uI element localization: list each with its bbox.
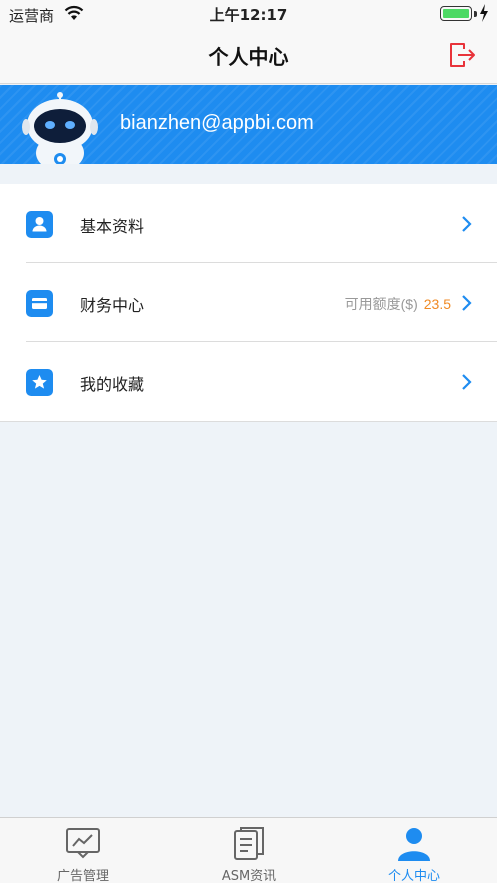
tab-label: ASM资讯 xyxy=(221,869,277,883)
chevron-right-icon xyxy=(462,374,472,390)
profile-email: bianzhen@appbi.com xyxy=(120,112,314,134)
logout-icon[interactable] xyxy=(447,40,477,70)
robot-avatar-icon xyxy=(22,92,98,164)
tab-personal-center[interactable]: 个人中心 xyxy=(331,818,497,883)
star-icon xyxy=(26,369,53,396)
card-icon xyxy=(26,290,53,317)
person-icon xyxy=(398,828,430,861)
menu-item-finance-center[interactable]: 财务中心 可用额度($) 23.5 xyxy=(0,263,497,342)
document-icon xyxy=(234,827,264,860)
charging-icon xyxy=(480,4,488,22)
menu-item-label: 财务中心 xyxy=(80,296,145,315)
status-time: 上午12:17 xyxy=(209,6,288,24)
user-icon xyxy=(26,211,53,238)
presentation-icon xyxy=(66,828,100,859)
tab-label: 个人中心 xyxy=(387,869,440,883)
menu-item-label: 基本资料 xyxy=(80,217,145,236)
menu-item-label: 我的收藏 xyxy=(80,375,145,394)
tab-label: 广告管理 xyxy=(56,869,109,883)
chevron-right-icon xyxy=(462,295,472,311)
page-title: 个人中心 xyxy=(208,45,289,69)
menu-list: 基本资料 财务中心 可用额度($) 23.5 我的收藏 xyxy=(0,184,497,422)
nav-bar: 个人中心 xyxy=(0,28,497,84)
chevron-right-icon xyxy=(462,216,472,232)
tab-bar: 广告管理 ASM资讯 个人中心 xyxy=(0,817,497,883)
tab-asm-news[interactable]: ASM资讯 xyxy=(166,818,332,883)
credit-value: 23.5 xyxy=(423,296,451,312)
battery-icon xyxy=(440,6,472,21)
battery-level-fill xyxy=(443,9,469,18)
profile-banner[interactable]: bianzhen@appbi.com xyxy=(0,85,497,164)
status-bar: 运营商 上午12:17 xyxy=(0,0,497,28)
battery-tip xyxy=(474,11,477,17)
menu-item-basic-info[interactable]: 基本资料 xyxy=(0,184,497,263)
credit-label: 可用额度($) xyxy=(344,296,418,312)
tab-ad-management[interactable]: 广告管理 xyxy=(0,818,166,883)
menu-item-favorites[interactable]: 我的收藏 xyxy=(0,342,497,421)
credit-balance: 可用额度($) 23.5 xyxy=(345,294,451,314)
